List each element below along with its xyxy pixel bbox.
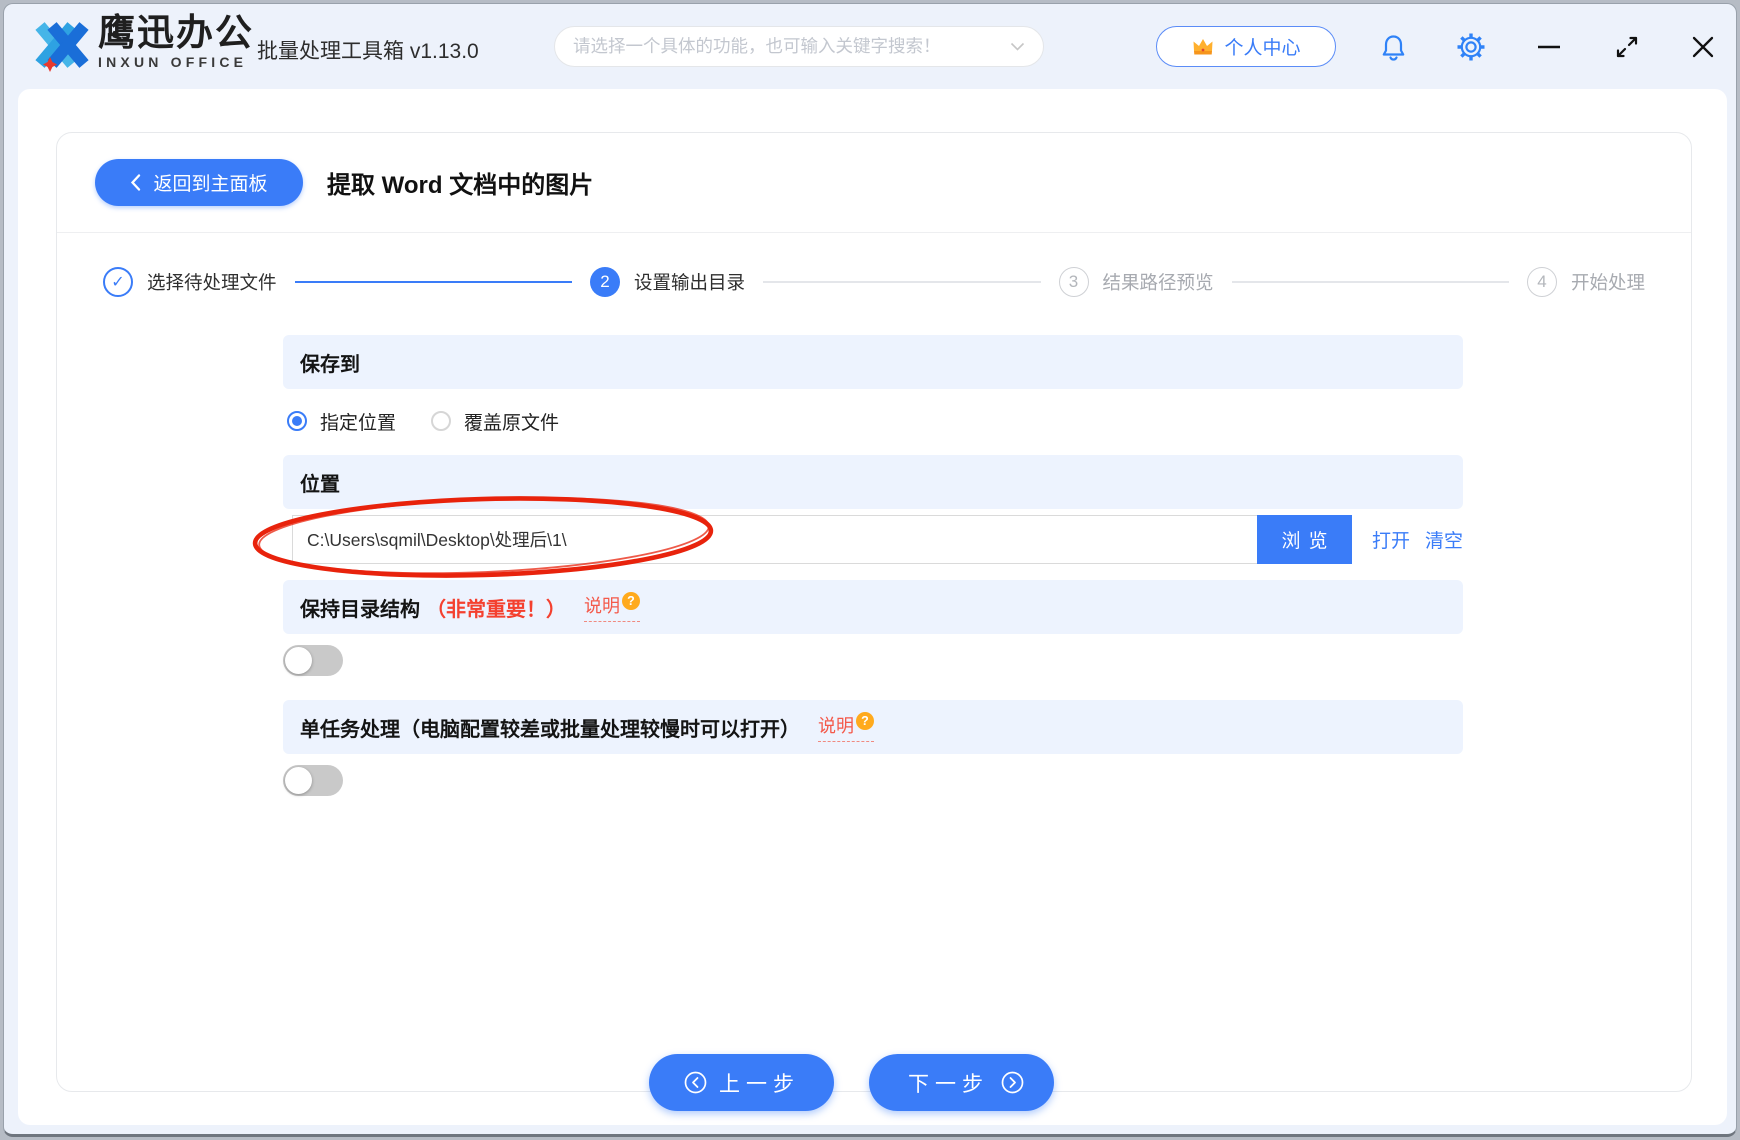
clear-path-link[interactable]: 清空	[1425, 515, 1463, 564]
step-3-label: 结果路径预览	[1103, 269, 1214, 295]
maximize-button[interactable]	[1612, 32, 1642, 62]
radio-unselected-icon[interactable]	[431, 411, 451, 431]
notifications-bell-icon[interactable]	[1378, 32, 1408, 62]
search-input[interactable]	[573, 36, 1010, 57]
user-center-button[interactable]: 个人中心	[1156, 26, 1336, 67]
location-section-header: 位置	[283, 455, 1463, 509]
app-title: 批量处理工具箱 v1.13.0	[257, 35, 479, 65]
save-to-section-header: 保存到	[283, 335, 1463, 389]
single-task-section-header: 单任务处理（电脑配置较差或批量处理较慢时可以打开） 说明 ?	[283, 700, 1463, 754]
single-task-title: 单任务处理（电脑配置较差或批量处理较慢时可以打开）	[300, 713, 800, 742]
toggle-knob	[285, 767, 312, 794]
location-title: 位置	[300, 468, 340, 497]
save-to-radio-group: 指定位置 覆盖原文件	[287, 409, 1463, 433]
settings-gear-icon[interactable]	[1456, 32, 1486, 62]
keep-structure-toggle[interactable]	[283, 645, 343, 676]
app-window: 鹰迅办公 INXUN OFFICE 批量处理工具箱 v1.13.0 个人中心	[3, 3, 1737, 1137]
chevron-down-icon	[1010, 42, 1025, 51]
question-badge-icon: ?	[622, 592, 640, 610]
open-folder-link[interactable]: 打开	[1372, 515, 1410, 564]
step-2-label: 设置输出目录	[634, 269, 745, 295]
previous-step-label: 上一步	[719, 1068, 800, 1098]
user-center-label: 个人中心	[1224, 33, 1300, 60]
chevron-left-icon	[130, 174, 141, 191]
output-path-row: 浏览 打开 清空	[292, 515, 1463, 564]
step-3-number: 3	[1059, 267, 1089, 297]
minimize-button[interactable]	[1534, 32, 1564, 62]
form-sections: 保存到 指定位置 覆盖原文件 位置	[283, 335, 1463, 796]
step-4-start-processing: 4 开始处理	[1527, 267, 1645, 297]
radio-option-specified-location[interactable]: 指定位置	[287, 408, 396, 435]
keep-structure-help-link[interactable]: 说明 ?	[584, 592, 640, 622]
brand-block: 鹰迅办公 INXUN OFFICE	[98, 13, 254, 71]
help-link-label: 说明	[818, 712, 854, 738]
single-task-help-link[interactable]: 说明 ?	[818, 712, 874, 742]
step-connector	[295, 281, 572, 283]
output-path-input[interactable]	[292, 515, 1257, 564]
step-1-label: 选择待处理文件	[147, 269, 277, 295]
circle-arrow-right-icon	[1000, 1070, 1025, 1095]
crown-icon	[1191, 37, 1215, 57]
page-title: 提取 Word 文档中的图片	[327, 165, 593, 200]
radio-selected-icon[interactable]	[287, 411, 307, 431]
function-search-combobox[interactable]	[554, 26, 1044, 67]
brand-name-en: INXUN OFFICE	[98, 53, 254, 71]
step-2-number: 2	[590, 267, 620, 297]
browse-button[interactable]: 浏览	[1257, 515, 1352, 564]
step-connector	[763, 281, 1040, 283]
step-1-check-icon: ✓	[103, 267, 133, 297]
app-logo-icon	[30, 19, 92, 75]
radio-overwrite-label: 覆盖原文件	[464, 408, 559, 435]
brand-name-cn: 鹰迅办公	[98, 13, 254, 53]
radio-option-overwrite-original[interactable]: 覆盖原文件	[431, 408, 559, 435]
help-link-label: 说明	[584, 592, 620, 618]
circle-arrow-left-icon	[683, 1070, 708, 1095]
step-indicator: ✓ 选择待处理文件 2 设置输出目录 3 结果路径预览 4 开始处理	[57, 267, 1691, 297]
titlebar: 鹰迅办公 INXUN OFFICE 批量处理工具箱 v1.13.0 个人中心	[4, 4, 1736, 89]
next-step-button[interactable]: 下一步	[869, 1054, 1054, 1111]
keep-structure-section-header: 保持目录结构 （非常重要！） 说明 ?	[283, 580, 1463, 634]
back-button-label: 返回到主面板	[153, 169, 267, 196]
step-4-label: 开始处理	[1571, 269, 1645, 295]
keep-structure-title: 保持目录结构	[300, 593, 420, 622]
toggle-knob	[285, 647, 312, 674]
save-to-title: 保存到	[300, 348, 360, 377]
step-3-preview-paths: 3 结果路径预览	[1059, 267, 1214, 297]
radio-specified-label: 指定位置	[320, 408, 396, 435]
step-connector	[1232, 281, 1509, 283]
single-task-toggle[interactable]	[283, 765, 343, 796]
close-button[interactable]	[1688, 32, 1718, 62]
back-to-dashboard-button[interactable]: 返回到主面板	[95, 159, 303, 206]
step-2-output-dir: 2 设置输出目录	[590, 267, 745, 297]
wizard-card: 返回到主面板 提取 Word 文档中的图片 ✓ 选择待处理文件 2 设置输出目录…	[56, 132, 1692, 1092]
next-step-label: 下一步	[908, 1068, 989, 1098]
desktop-backdrop: 鹰迅办公 INXUN OFFICE 批量处理工具箱 v1.13.0 个人中心	[0, 0, 1740, 1140]
previous-step-button[interactable]: 上一步	[649, 1054, 834, 1111]
wizard-header: 返回到主面板 提取 Word 文档中的图片	[57, 133, 1691, 233]
keep-structure-important-note: （非常重要！）	[426, 593, 566, 622]
step-4-number: 4	[1527, 267, 1557, 297]
step-1-select-files: ✓ 选择待处理文件	[103, 267, 277, 297]
question-badge-icon: ?	[856, 712, 874, 730]
